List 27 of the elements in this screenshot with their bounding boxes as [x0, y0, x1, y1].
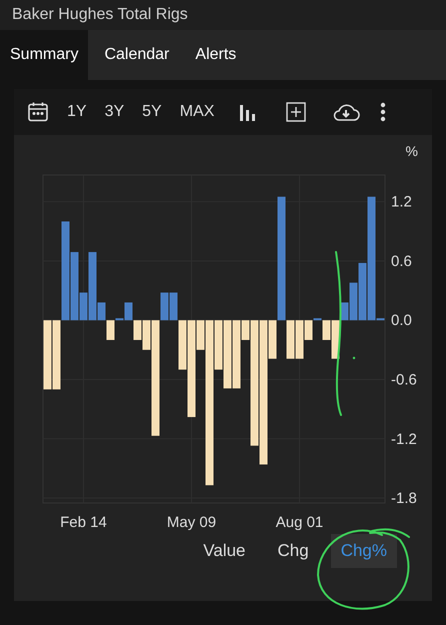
axis-label: -1.2 — [391, 430, 417, 448]
axis-label: 0.6 — [391, 252, 412, 270]
annotation-dot — [352, 356, 356, 360]
mode-button[interactable]: Chg% — [330, 534, 397, 568]
range-button[interactable]: MAX — [172, 96, 222, 128]
axis-label: -1.8 — [391, 490, 417, 508]
axis-label: Feb 14 — [60, 514, 107, 530]
tab[interactable]: Calendar — [94, 30, 180, 80]
axis-label: 0.0 — [391, 312, 412, 330]
window-title: Baker Hughes Total Rigs — [12, 5, 188, 25]
mode-button[interactable]: Value — [193, 534, 256, 568]
range-button[interactable]: 5Y — [134, 96, 170, 128]
tab[interactable]: Summary — [0, 30, 88, 80]
range-button[interactable]: 1Y — [59, 96, 95, 128]
range-button[interactable]: 3Y — [96, 96, 132, 128]
axis-label: May 09 — [166, 514, 216, 530]
unit-label: % — [406, 143, 418, 159]
axis-label: Aug 01 — [276, 514, 324, 530]
bar-chart-icon[interactable] — [240, 103, 256, 121]
add-icon[interactable] — [286, 102, 306, 122]
axis-label: -0.6 — [391, 372, 417, 388]
tab[interactable]: Alerts — [185, 30, 246, 80]
axis-label: 1.2 — [391, 194, 412, 211]
more-icon[interactable] — [380, 102, 386, 122]
cloud-download-icon[interactable] — [332, 102, 360, 122]
calendar-icon[interactable] — [27, 101, 49, 123]
mode-button[interactable]: Chg — [268, 534, 319, 568]
